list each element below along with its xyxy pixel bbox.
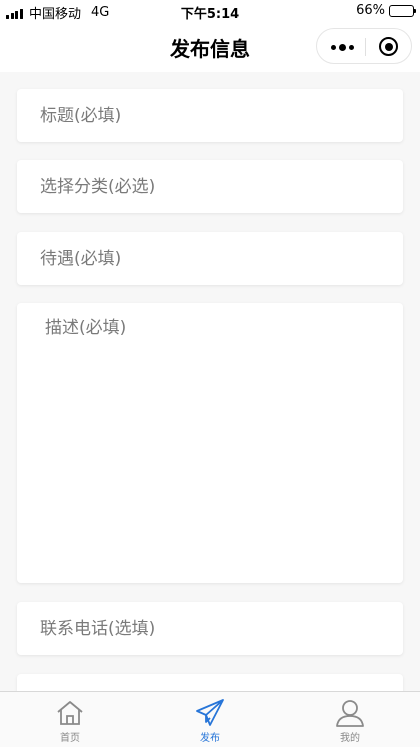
- tab-bar: 首页 发布 我的: [0, 691, 420, 747]
- nav-bar: 发布信息: [0, 22, 420, 72]
- user-icon: [336, 700, 364, 727]
- category-field-card: [17, 160, 403, 213]
- category-select[interactable]: [17, 160, 403, 213]
- home-icon: [57, 701, 83, 725]
- tab-home[interactable]: 首页: [0, 697, 140, 744]
- capsule-divider: [365, 38, 366, 56]
- description-textarea[interactable]: [17, 303, 403, 583]
- title-field-card: [17, 89, 403, 142]
- tab-publish[interactable]: 发布: [140, 697, 280, 744]
- more-icon[interactable]: [331, 44, 357, 51]
- salary-input[interactable]: [17, 232, 403, 285]
- description-field-card: [17, 303, 403, 583]
- tab-publish-label: 发布: [200, 733, 220, 744]
- title-input[interactable]: [17, 89, 403, 142]
- battery-icon: [389, 4, 416, 17]
- phone-input[interactable]: [17, 602, 403, 655]
- close-mini-program-icon[interactable]: [379, 37, 398, 56]
- battery-percent: 66%: [356, 3, 385, 18]
- tab-mine-label: 我的: [340, 733, 360, 744]
- phone-field-card: [17, 602, 403, 655]
- tab-mine[interactable]: 我的: [280, 697, 420, 744]
- salary-field-card: [17, 232, 403, 285]
- tab-home-label: 首页: [60, 733, 80, 744]
- paper-plane-icon: [196, 699, 224, 726]
- status-bar: 中国移动 4G 下午5:14 66%: [0, 0, 420, 22]
- status-right: 66%: [356, 3, 416, 18]
- mini-program-capsule: [316, 28, 412, 64]
